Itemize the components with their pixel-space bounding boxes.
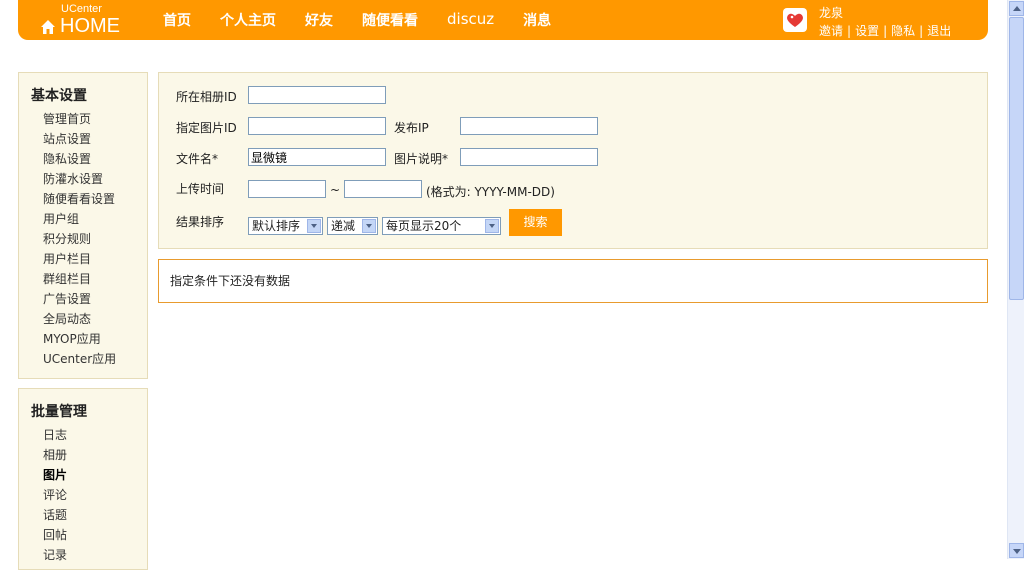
- sort-order-value: 递减: [331, 219, 356, 233]
- sidebar-item-browse-settings[interactable]: 随便看看设置: [43, 192, 115, 206]
- scroll-up-icon[interactable]: [1009, 1, 1024, 16]
- sidebar-item-antispam-settings[interactable]: 防灌水设置: [43, 172, 103, 186]
- result-box: 指定条件下还没有数据: [158, 259, 988, 303]
- settings-link[interactable]: 设置: [855, 24, 879, 38]
- sidebar-item-ad-settings[interactable]: 广告设置: [43, 292, 91, 306]
- search-button[interactable]: 搜索: [509, 209, 562, 236]
- sort-order-select[interactable]: 递减: [327, 217, 378, 235]
- sidebar-batch-management: 批量管理 日志 相册 图片 评论 话题 回帖 记录: [18, 388, 148, 570]
- heart-icon: [787, 13, 803, 27]
- sidebar-item-blogs[interactable]: 日志: [43, 428, 67, 442]
- sidebar-item-albums[interactable]: 相册: [43, 448, 67, 462]
- scroll-thumb[interactable]: [1009, 17, 1024, 300]
- sidebar-item-ucenter-apps[interactable]: UCenter应用: [43, 352, 116, 366]
- empty-result-message: 指定条件下还没有数据: [170, 274, 291, 288]
- date-format-hint: (格式为: YYYY-MM-DD): [426, 185, 555, 199]
- upload-time-label: 上传时间: [176, 182, 225, 196]
- chevron-down-icon: [307, 219, 321, 233]
- sort-by-select[interactable]: 默认排序: [248, 217, 323, 235]
- sidebar-item-topics[interactable]: 话题: [43, 508, 67, 522]
- upload-time-to-input[interactable]: [344, 180, 422, 198]
- filename-input[interactable]: [248, 148, 386, 166]
- sidebar-item-credit-rules[interactable]: 积分规则: [43, 232, 91, 246]
- sidebar-batch-title: 批量管理: [31, 404, 87, 420]
- ip-input[interactable]: [460, 117, 598, 135]
- sidebar-item-replies[interactable]: 回帖: [43, 528, 67, 542]
- sidebar-item-comments[interactable]: 评论: [43, 488, 67, 502]
- sidebar-item-records[interactable]: 记录: [43, 548, 67, 562]
- sidebar-basic-title: 基本设置: [31, 88, 87, 104]
- invite-link[interactable]: 邀请: [819, 24, 843, 38]
- logo-ucenter-text: UCenter: [61, 3, 102, 15]
- nav-browse[interactable]: 随便看看: [362, 10, 418, 30]
- chevron-down-icon: [362, 219, 376, 233]
- filename-label: 文件名*: [176, 152, 219, 166]
- logout-link[interactable]: 退出: [927, 24, 951, 38]
- nav-discuz[interactable]: discuz: [447, 10, 494, 30]
- nav-profile[interactable]: 个人主页: [220, 10, 276, 30]
- sidebar-item-admin-home[interactable]: 管理首页: [43, 112, 91, 126]
- nav-friends[interactable]: 好友: [305, 10, 333, 30]
- pic-id-input[interactable]: [248, 117, 386, 135]
- sidebar-item-global-feed[interactable]: 全局动态: [43, 312, 91, 326]
- per-page-value: 每页显示20个: [386, 219, 462, 233]
- logo-home: HOME: [40, 15, 120, 38]
- sort-by-value: 默认排序: [252, 219, 301, 233]
- album-id-input[interactable]: [248, 86, 386, 104]
- home-icon: [41, 19, 55, 34]
- description-label: 图片说明*: [394, 152, 449, 166]
- user-links: 邀请 | 设置 | 隐私 | 退出: [819, 24, 952, 38]
- vertical-scrollbar[interactable]: [1007, 0, 1024, 559]
- time-range-separator: ~: [330, 183, 341, 197]
- privacy-link[interactable]: 隐私: [891, 24, 915, 38]
- username[interactable]: 龙泉: [819, 4, 843, 21]
- scroll-down-icon[interactable]: [1009, 543, 1024, 558]
- sidebar-item-user-columns[interactable]: 用户栏目: [43, 252, 91, 266]
- sidebar-item-site-settings[interactable]: 站点设置: [43, 132, 91, 146]
- sidebar-item-user-groups[interactable]: 用户组: [43, 212, 79, 226]
- album-id-label: 所在相册ID: [176, 90, 237, 104]
- sidebar-item-privacy-settings[interactable]: 隐私设置: [43, 152, 91, 166]
- sidebar-basic-settings: 基本设置 管理首页 站点设置 隐私设置 防灌水设置 随便看看设置 用户组 积分规…: [18, 72, 148, 379]
- main-nav: 首页 个人主页 好友 随便看看 discuz 消息: [163, 10, 580, 30]
- top-nav-bar: UCenter HOME 首页 个人主页 好友 随便看看 discuz 消息 龙…: [18, 0, 988, 40]
- upload-time-from-input[interactable]: [248, 180, 326, 198]
- sidebar-item-myop-apps[interactable]: MYOP应用: [43, 332, 101, 346]
- chevron-down-icon: [485, 219, 499, 233]
- sidebar-item-pictures[interactable]: 图片: [43, 468, 67, 482]
- avatar[interactable]: [783, 8, 807, 32]
- logo-home-text: HOME: [60, 15, 120, 37]
- sidebar-item-group-columns[interactable]: 群组栏目: [43, 272, 91, 286]
- pic-id-label: 指定图片ID: [176, 121, 237, 135]
- nav-messages[interactable]: 消息: [523, 10, 551, 30]
- nav-home[interactable]: 首页: [163, 10, 191, 30]
- per-page-select[interactable]: 每页显示20个: [382, 217, 501, 235]
- ip-label: 发布IP: [394, 121, 429, 135]
- description-input[interactable]: [460, 148, 598, 166]
- sort-label: 结果排序: [176, 215, 225, 229]
